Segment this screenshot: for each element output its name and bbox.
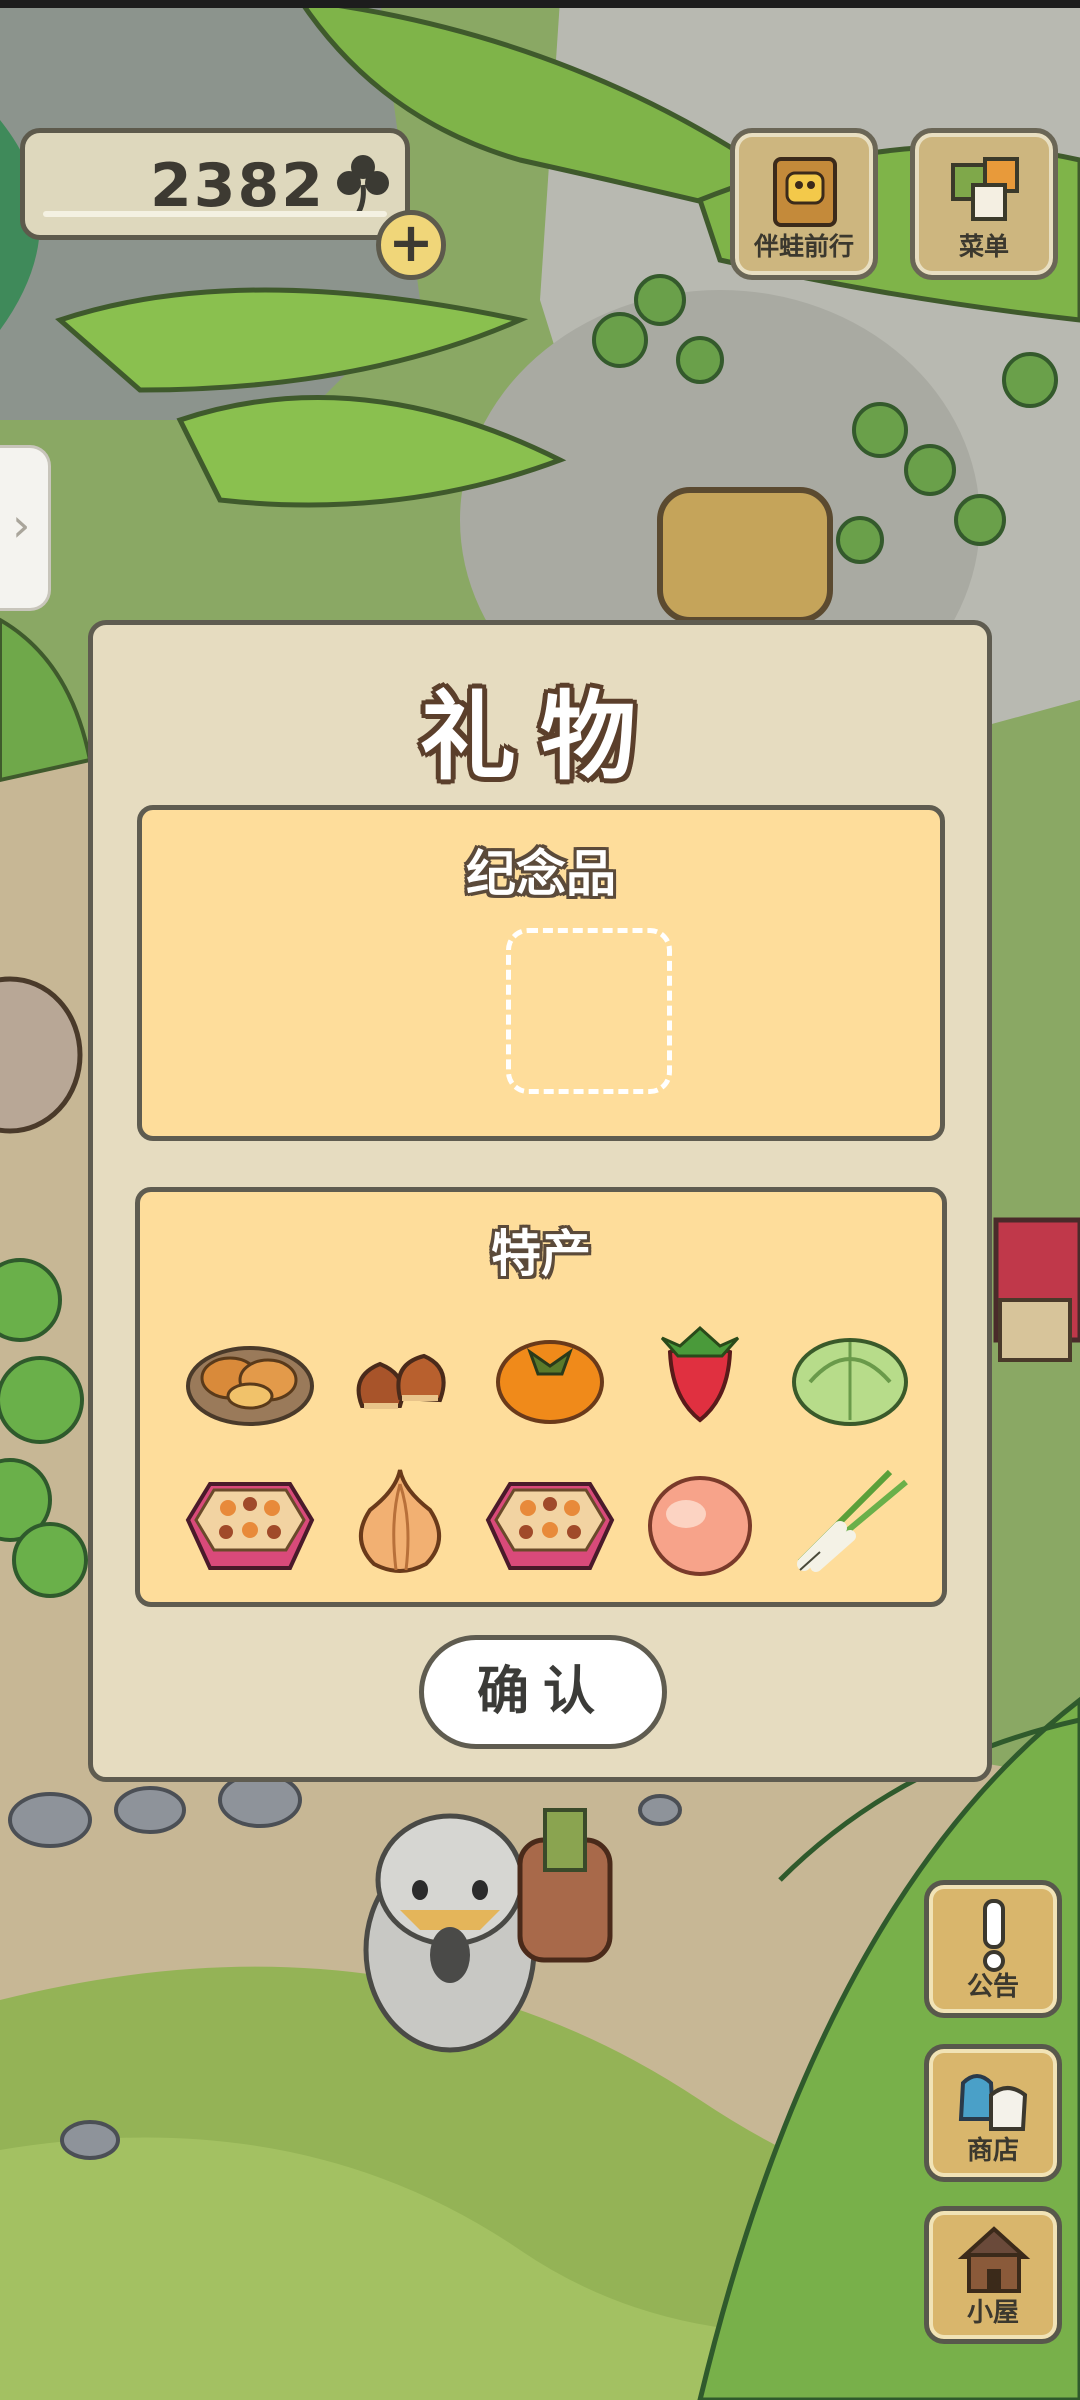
- peach-icon[interactable]: [630, 1464, 770, 1584]
- confirm-button[interactable]: 确认: [419, 1635, 667, 1749]
- exclamation-icon: [983, 1899, 1005, 1972]
- notice-button[interactable]: 公告: [924, 1880, 1062, 2018]
- dialog-title: 礼物: [420, 681, 660, 793]
- chestnuts-icon[interactable]: [330, 1316, 470, 1436]
- specialty-panel: 特产: [135, 1187, 947, 1607]
- house-label: 小屋: [966, 2298, 1019, 2328]
- clover-counter: 2382: [20, 128, 410, 240]
- specialty-title: 特产: [491, 1225, 591, 1283]
- confirm-label: 确认: [476, 1662, 609, 1722]
- shop-label: 商店: [966, 2136, 1019, 2166]
- shop-bags-icon: [958, 2074, 1028, 2131]
- status-bar: [0, 0, 1080, 8]
- gift-dialog: 礼物 纪念品 特产 确认: [88, 620, 992, 1782]
- souvenir-title: 纪念品: [466, 845, 616, 903]
- bento-box-icon-2[interactable]: [480, 1464, 620, 1584]
- bento-box-icon[interactable]: [180, 1464, 320, 1584]
- souvenir-slot[interactable]: [506, 928, 672, 1094]
- travel-with-frog-button[interactable]: 伴蛙前行: [730, 128, 878, 280]
- pastry-plate-icon[interactable]: [180, 1316, 320, 1436]
- notice-label: 公告: [966, 1972, 1019, 2002]
- plus-icon: +: [388, 211, 434, 274]
- menu-label: 菜单: [958, 232, 1009, 261]
- counter-underline: [43, 211, 387, 217]
- menu-button[interactable]: 菜单: [910, 128, 1058, 280]
- side-drawer-tab[interactable]: ›: [0, 448, 48, 608]
- green-onion-icon[interactable]: [780, 1452, 920, 1572]
- frog-book-icon: [773, 157, 837, 227]
- onion-icon[interactable]: [330, 1460, 470, 1580]
- shop-button[interactable]: 商店: [924, 2044, 1062, 2182]
- travel-label: 伴蛙前行: [753, 232, 854, 261]
- clover-icon: [337, 155, 389, 217]
- souvenir-panel: 纪念品: [137, 805, 945, 1141]
- add-clover-button[interactable]: +: [376, 210, 446, 280]
- cabbage-icon[interactable]: [780, 1316, 920, 1436]
- strawberry-icon[interactable]: [630, 1308, 770, 1428]
- chevron-right-icon: ›: [12, 498, 31, 552]
- house-icon: [957, 2226, 1031, 2293]
- persimmon-icon[interactable]: [480, 1316, 620, 1436]
- house-button[interactable]: 小屋: [924, 2206, 1062, 2344]
- menu-cards-icon: [951, 157, 1019, 221]
